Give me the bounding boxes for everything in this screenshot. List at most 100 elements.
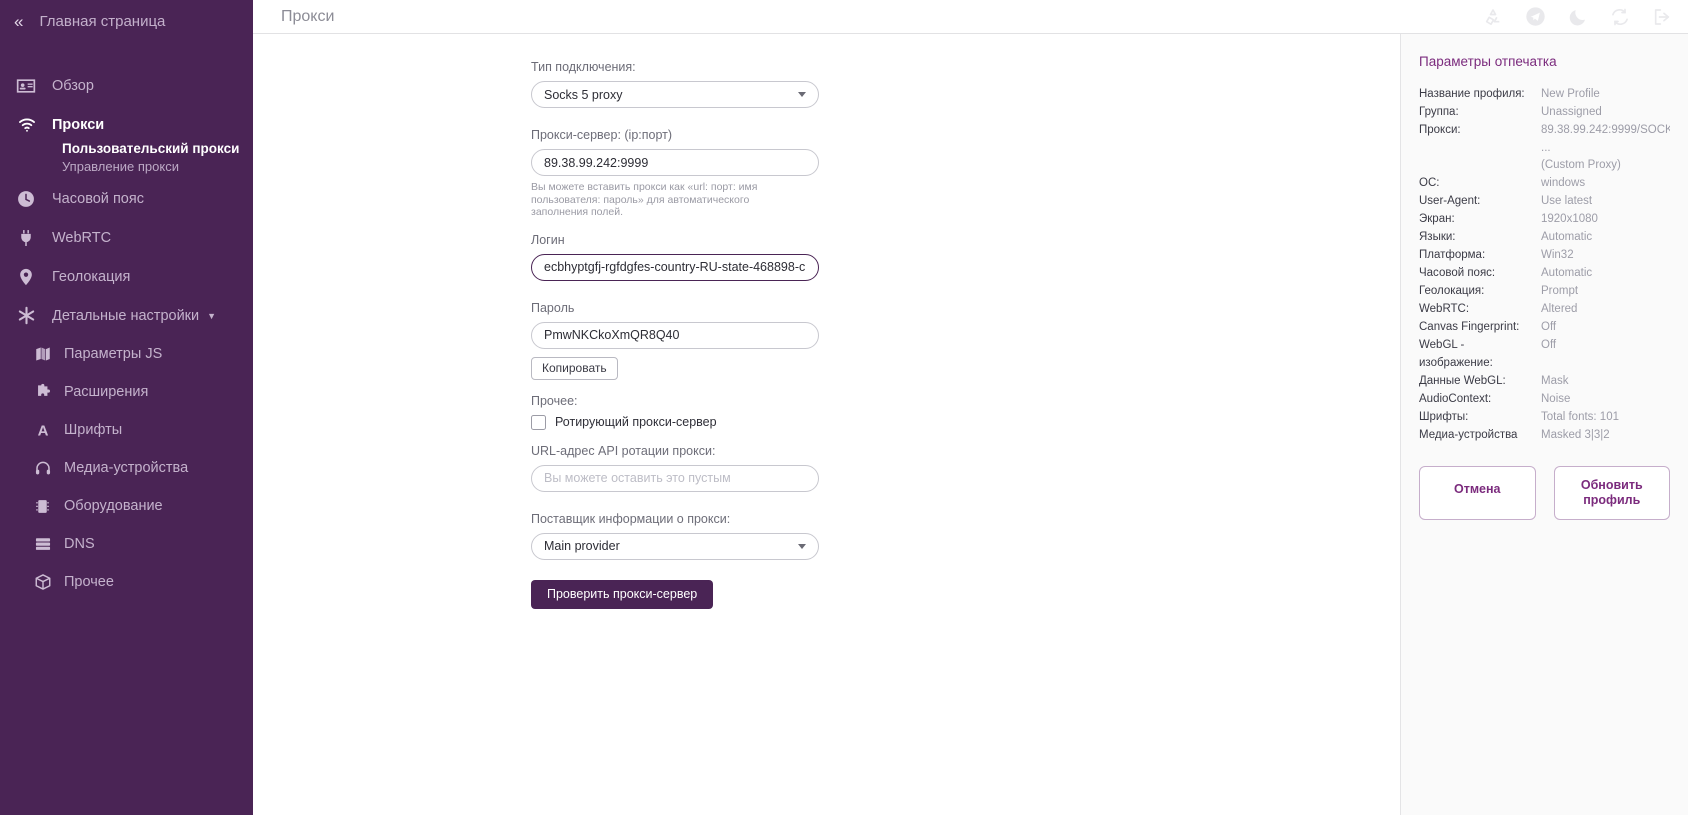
chevron-down-icon[interactable]: ▼ <box>207 311 216 321</box>
update-profile-label-line1: Обновить <box>1580 478 1643 492</box>
logout-icon[interactable] <box>1652 7 1672 27</box>
fingerprint-actions: Отмена Обновить профиль <box>1419 466 1670 520</box>
fingerprint-value: Automatic <box>1541 267 1593 279</box>
sidebar-item-label: Параметры JS <box>64 346 163 362</box>
sidebar-item-overview[interactable]: Обзор <box>0 66 253 105</box>
sidebar-item-detailed-settings[interactable]: Детальные настройки ▼ <box>0 296 253 335</box>
sidebar-item-extensions[interactable]: Расширения <box>0 373 253 411</box>
field-other: Прочее: Ротирующий прокси-сервер <box>531 394 1319 430</box>
proxy-server-input[interactable]: 89.38.99.242:9999 <box>531 149 819 176</box>
sidebar: « Главная страница Обзор Прокси Пользова… <box>0 0 253 815</box>
login-value: ecbhyptgfj-rgfdgfes-country-RU-state-468… <box>544 260 806 274</box>
sidebar-item-label: Шрифты <box>64 422 123 438</box>
telegram-icon[interactable] <box>1525 6 1546 27</box>
sidebar-item-label: Прокси <box>52 116 105 133</box>
fingerprint-key: Языки: <box>1419 231 1456 243</box>
connection-type-value: Socks 5 proxy <box>544 87 623 102</box>
api-url-placeholder: Вы можете оставить это пустым <box>544 471 731 485</box>
fingerprint-row: Часовой пояс: Automatic <box>1419 265 1670 283</box>
fingerprint-row: Геолокация: Prompt <box>1419 283 1670 301</box>
moon-icon[interactable] <box>1568 7 1588 27</box>
asterisk-icon <box>16 305 52 326</box>
double-chevron-left-icon[interactable]: « <box>14 13 24 30</box>
sidebar-nav: Обзор Прокси Пользовательский прокси Упр… <box>0 66 253 601</box>
fingerprint-value-line1: 89.38.99.242:9999/SOCKS5 ... <box>1541 124 1670 154</box>
wifi-icon <box>16 115 52 135</box>
fingerprint-row: AudioContext: Noise <box>1419 391 1670 409</box>
update-profile-button[interactable]: Обновить профиль <box>1553 466 1670 520</box>
fingerprint-key: WebGL - изображение: <box>1419 339 1493 369</box>
fingerprint-key: ОС: <box>1419 177 1440 189</box>
field-login: Логин ecbhyptgfj-rgfdgfes-country-RU-sta… <box>531 233 1319 281</box>
recycle-icon[interactable] <box>1483 7 1503 27</box>
cancel-button[interactable]: Отмена <box>1419 466 1536 520</box>
field-connection-type: Тип подключения: Socks 5 proxy <box>531 60 1319 108</box>
sidebar-item-label: Оборудование <box>64 498 163 514</box>
id-card-icon <box>16 76 52 96</box>
sidebar-item-fonts[interactable]: A Шрифты <box>0 411 253 449</box>
copy-button[interactable]: Копировать <box>531 356 618 380</box>
chevron-down-icon <box>798 92 806 97</box>
fingerprint-key: Название профиля: <box>1419 88 1525 100</box>
fingerprint-key: Canvas Fingerprint: <box>1419 321 1520 333</box>
login-input[interactable]: ecbhyptgfj-rgfdgfes-country-RU-state-468… <box>531 253 819 281</box>
fingerprint-row: WebRTC: Altered <box>1419 301 1670 319</box>
sidebar-item-proxy[interactable]: Прокси <box>0 105 253 144</box>
connection-type-select[interactable]: Socks 5 proxy <box>531 81 819 108</box>
field-api-url: URL-адрес API ротации прокси: Вы можете … <box>531 444 1319 492</box>
fingerprint-value: Total fonts: 101 <box>1541 410 1619 423</box>
refresh-icon[interactable] <box>1610 7 1630 27</box>
fingerprint-row: Данные WebGL: Mask <box>1419 373 1670 391</box>
fingerprint-value: Altered <box>1541 303 1578 315</box>
fingerprint-key: WebRTC: <box>1419 303 1470 315</box>
server-icon <box>34 535 64 553</box>
proxy-server-hint: Вы можете вставить прокси как «url: порт… <box>531 181 758 218</box>
fingerprint-value: Automatic <box>1541 231 1593 243</box>
provider-select[interactable]: Main provider <box>531 532 819 560</box>
fingerprint-title: Параметры отпечатка <box>1419 54 1557 69</box>
fingerprint-key: AudioContext: <box>1419 392 1492 405</box>
api-url-input[interactable]: Вы можете оставить это пустым <box>531 464 819 492</box>
app-root: « Главная страница Обзор Прокси Пользова… <box>0 0 1688 815</box>
sidebar-item-js-params[interactable]: Параметры JS <box>0 335 253 373</box>
fingerprint-key: Экран: <box>1419 213 1455 225</box>
fingerprint-row: Платформа: Win32 <box>1419 247 1670 265</box>
fingerprint-value: Prompt <box>1541 285 1579 297</box>
sidebar-item-label: Прочее <box>64 574 114 590</box>
update-profile-label-line2: профиль <box>1583 493 1641 507</box>
top-bar: Прокси <box>253 0 1688 34</box>
fingerprint-row: Медиа-устройства Masked 3|3|2 <box>1419 427 1670 445</box>
fingerprint-key: Часовой пояс: <box>1419 267 1496 279</box>
chevron-down-icon <box>798 543 806 549</box>
rotating-proxy-checkbox[interactable] <box>531 414 546 430</box>
sidebar-item-label: Расширения <box>64 384 149 400</box>
main-area: Прокси Тип подключения: Socks 5 proxy Пр… <box>253 0 1688 815</box>
sidebar-item-timezone[interactable]: Часовой пояс <box>0 179 253 218</box>
sidebar-item-label: Медиа-устройства <box>64 460 189 476</box>
content-area: Тип подключения: Socks 5 proxy Прокси-се… <box>253 34 1688 815</box>
sidebar-item-geolocation[interactable]: Геолокация <box>0 257 253 296</box>
headphones-icon <box>34 459 64 477</box>
fingerprint-value: Off <box>1541 339 1557 351</box>
sidebar-subitem-manage-proxy[interactable]: Управление прокси <box>62 158 253 175</box>
sidebar-home-label[interactable]: Главная страница <box>39 13 165 30</box>
sidebar-item-dns[interactable]: DNS <box>0 525 253 563</box>
rotating-proxy-checkbox-row[interactable]: Ротирующий прокси-сервер <box>531 414 1319 430</box>
other-label: Прочее: <box>531 393 578 408</box>
sidebar-item-label: Обзор <box>52 77 94 94</box>
fingerprint-value: Mask <box>1541 374 1569 387</box>
password-value: PmwNKCkoXmQR8Q40 <box>544 328 680 342</box>
sidebar-item-other[interactable]: Прочее <box>0 563 253 601</box>
proxy-server-value: 89.38.99.242:9999 <box>544 155 649 170</box>
sidebar-item-label: Геолокация <box>52 268 131 285</box>
password-input[interactable]: PmwNKCkoXmQR8Q40 <box>531 321 819 349</box>
provider-label: Поставщик информации о прокси: <box>531 511 731 526</box>
fingerprint-value: 89.38.99.242:9999/SOCKS5 ... (Custom Pro… <box>1541 122 1670 175</box>
sidebar-item-webrtc[interactable]: WebRTC <box>0 218 253 257</box>
check-proxy-button[interactable]: Проверить прокси-сервер <box>531 579 714 609</box>
location-pin-icon <box>16 267 52 287</box>
sidebar-item-media-devices[interactable]: Медиа-устройства <box>0 449 253 487</box>
fingerprint-value: Off <box>1541 321 1557 333</box>
sidebar-item-hardware[interactable]: Оборудование <box>0 487 253 525</box>
fingerprint-value: Win32 <box>1541 249 1574 261</box>
